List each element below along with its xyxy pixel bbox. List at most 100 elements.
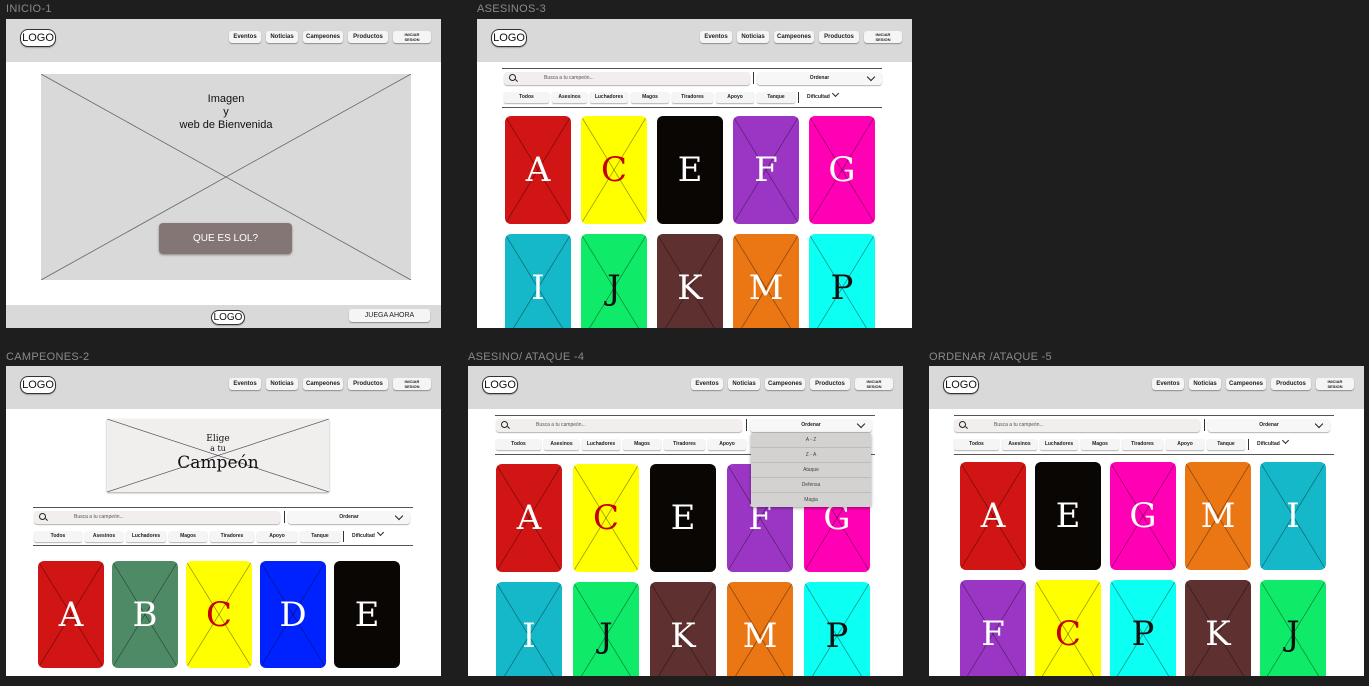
filter-todos[interactable]: Todos bbox=[34, 531, 82, 542]
nav-eventos[interactable]: Eventos bbox=[700, 31, 732, 43]
nav-noticias[interactable]: Noticias bbox=[1189, 378, 1221, 390]
champion-card[interactable]: G bbox=[809, 116, 875, 224]
champion-card[interactable]: F bbox=[960, 580, 1026, 676]
login-button[interactable]: INICIAR SESION bbox=[393, 378, 431, 390]
order-option-z-a[interactable]: Z - A bbox=[751, 448, 871, 463]
champion-card[interactable]: P bbox=[804, 582, 870, 676]
champion-card[interactable]: C bbox=[1035, 580, 1101, 676]
nav-campeones[interactable]: Campeones bbox=[303, 378, 343, 390]
search-input[interactable]: Busca a tu campeón... bbox=[34, 511, 280, 524]
filter-todos[interactable]: Todos bbox=[954, 439, 999, 450]
nav-campeones[interactable]: Campeones bbox=[303, 31, 343, 43]
login-button[interactable]: INICIAR SESION bbox=[393, 31, 431, 43]
champion-card[interactable]: E bbox=[650, 464, 716, 572]
champion-card[interactable]: B bbox=[112, 561, 178, 668]
champion-card[interactable]: E bbox=[334, 561, 400, 668]
login-button[interactable]: INICIAR SESION bbox=[855, 378, 893, 390]
nav-eventos[interactable]: Eventos bbox=[691, 378, 723, 390]
champion-card[interactable]: A bbox=[960, 462, 1026, 570]
nav-eventos[interactable]: Eventos bbox=[229, 378, 261, 390]
filter-tiradores[interactable]: Tiradores bbox=[672, 92, 713, 103]
filter-tiradores[interactable]: Tiradores bbox=[210, 531, 254, 542]
filter-luchadores[interactable]: Luchadores bbox=[590, 92, 628, 103]
filter-magos[interactable]: Magos bbox=[631, 92, 669, 103]
search-input[interactable]: Busca a tu campeón... bbox=[954, 419, 1200, 432]
champion-card[interactable]: P bbox=[1110, 580, 1176, 676]
login-button[interactable]: INICIAR SESION bbox=[864, 31, 902, 43]
difficulty-select[interactable]: Dificultad bbox=[343, 528, 389, 542]
filter-apoyo[interactable]: Apoyo bbox=[708, 439, 746, 450]
filter-tiradores[interactable]: Tiradores bbox=[1122, 439, 1163, 450]
order-select[interactable]: Ordenar bbox=[1208, 419, 1330, 432]
champion-card[interactable]: I bbox=[496, 582, 562, 676]
champion-card[interactable]: A bbox=[496, 464, 562, 572]
champion-card[interactable]: I bbox=[1260, 462, 1326, 570]
nav-noticias[interactable]: Noticias bbox=[266, 378, 298, 390]
nav-eventos[interactable]: Eventos bbox=[229, 31, 261, 43]
nav-noticias[interactable]: Noticias bbox=[266, 31, 298, 43]
nav-noticias[interactable]: Noticias bbox=[728, 378, 760, 390]
search-input[interactable]: Busca a tu campeón... bbox=[496, 419, 742, 432]
order-option-ataque[interactable]: Ataque bbox=[751, 463, 871, 478]
champion-card[interactable]: F bbox=[733, 116, 799, 224]
filter-todos[interactable]: Todos bbox=[496, 439, 541, 450]
champion-card[interactable]: M bbox=[733, 234, 799, 328]
order-option-magia[interactable]: Magia bbox=[751, 493, 871, 507]
champion-card[interactable]: J bbox=[573, 582, 639, 676]
champion-card[interactable]: P bbox=[809, 234, 875, 328]
filter-apoyo[interactable]: Apoyo bbox=[716, 92, 754, 103]
nav-noticias[interactable]: Noticias bbox=[737, 31, 769, 43]
filter-asesinos[interactable]: Asesinos bbox=[1002, 439, 1037, 450]
search-input[interactable]: Busca a tu campeón... bbox=[504, 72, 750, 85]
filter-luchadores[interactable]: Luchadores bbox=[126, 531, 166, 542]
filter-apoyo[interactable]: Apoyo bbox=[257, 531, 297, 542]
filter-asesinos[interactable]: Asesinos bbox=[85, 531, 123, 542]
champion-card[interactable]: K bbox=[1185, 580, 1251, 676]
champion-card[interactable]: A bbox=[505, 116, 571, 224]
champion-card[interactable]: K bbox=[657, 234, 723, 328]
filter-magos[interactable]: Magos bbox=[169, 531, 207, 542]
order-select[interactable]: Ordenar bbox=[757, 72, 882, 85]
nav-productos[interactable]: Productos bbox=[819, 31, 859, 43]
order-select[interactable]: Ordenar bbox=[750, 419, 872, 432]
filter-tanque[interactable]: Tanque bbox=[757, 92, 795, 103]
champion-card[interactable]: D bbox=[260, 561, 326, 668]
champion-card[interactable]: J bbox=[1260, 580, 1326, 676]
nav-productos[interactable]: Productos bbox=[810, 378, 850, 390]
filter-apoyo[interactable]: Apoyo bbox=[1166, 439, 1204, 450]
login-button[interactable]: INICIAR SESION bbox=[1316, 378, 1354, 390]
champion-card[interactable]: K bbox=[650, 582, 716, 676]
champion-card[interactable]: C bbox=[581, 116, 647, 224]
que-es-lol-button[interactable]: QUE ES LOL? bbox=[159, 223, 292, 254]
nav-eventos[interactable]: Eventos bbox=[1152, 378, 1184, 390]
order-option-defensa[interactable]: Defensa bbox=[751, 478, 871, 493]
filter-magos[interactable]: Magos bbox=[1081, 439, 1119, 450]
champion-card[interactable]: E bbox=[657, 116, 723, 224]
filter-asesinos[interactable]: Asesinos bbox=[544, 439, 579, 450]
logo[interactable]: LOGO bbox=[491, 29, 527, 47]
filter-luchadores[interactable]: Luchadores bbox=[1040, 439, 1078, 450]
difficulty-select[interactable]: Dificultad bbox=[1248, 436, 1294, 450]
champion-card[interactable]: I bbox=[505, 234, 571, 328]
logo[interactable]: LOGO bbox=[482, 376, 518, 394]
nav-productos[interactable]: Productos bbox=[1271, 378, 1311, 390]
nav-productos[interactable]: Productos bbox=[348, 31, 388, 43]
champion-card[interactable]: J bbox=[581, 234, 647, 328]
nav-campeones[interactable]: Campeones bbox=[1226, 378, 1266, 390]
champion-card[interactable]: M bbox=[1185, 462, 1251, 570]
champion-card[interactable]: C bbox=[186, 561, 252, 668]
filter-tanque[interactable]: Tanque bbox=[300, 531, 340, 542]
filter-tiradores[interactable]: Tiradores bbox=[664, 439, 705, 450]
nav-campeones[interactable]: Campeones bbox=[765, 378, 805, 390]
champion-card[interactable]: C bbox=[573, 464, 639, 572]
filter-asesinos[interactable]: Asesinos bbox=[552, 92, 587, 103]
champion-card[interactable]: A bbox=[38, 561, 104, 668]
filter-todos[interactable]: Todos bbox=[504, 92, 549, 103]
logo[interactable]: LOGO bbox=[20, 376, 56, 394]
juega-ahora-button[interactable]: JUEGA AHORA bbox=[349, 309, 430, 322]
champion-card[interactable]: E bbox=[1035, 462, 1101, 570]
footer-logo[interactable]: LOGO bbox=[211, 310, 245, 325]
logo[interactable]: LOGO bbox=[943, 376, 979, 394]
nav-productos[interactable]: Productos bbox=[348, 378, 388, 390]
champion-card[interactable]: G bbox=[1110, 462, 1176, 570]
